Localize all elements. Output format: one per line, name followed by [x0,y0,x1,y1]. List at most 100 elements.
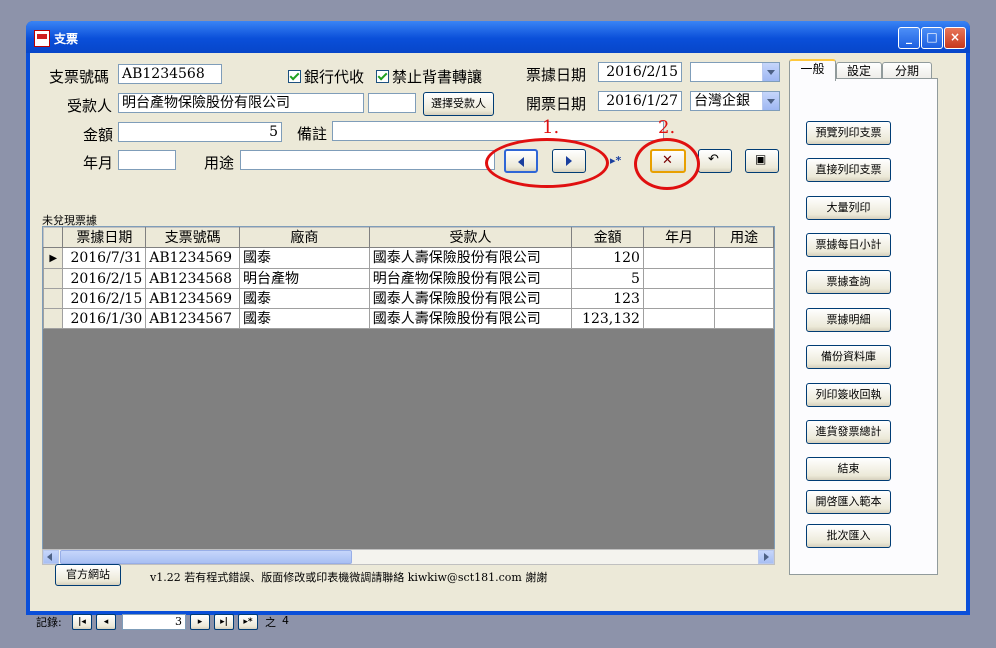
title-bar[interactable]: 支票 _ □ × [26,21,970,53]
close-button[interactable]: × [944,27,966,49]
table-cell[interactable] [714,268,774,289]
first-record-button[interactable]: |◂ [72,614,92,630]
bank-combo[interactable]: 台灣企銀 [690,91,780,111]
checkbox-checked-icon [288,70,301,83]
table-cell[interactable]: 123 [571,288,644,309]
issue-date-input[interactable]: 2016/1/27 [598,91,682,111]
bulk-print-button[interactable]: 大量列印 [806,196,891,220]
table-cell[interactable]: 國泰 [239,288,370,309]
tab-general[interactable]: 一般 [789,59,836,81]
table-row[interactable]: 2016/2/15 AB1234569 國泰 國泰人壽保險股份有限公司 123 [43,288,774,309]
minimize-button[interactable]: _ [898,27,920,49]
chevron-down-icon[interactable] [762,63,779,81]
table-row[interactable]: ▶ 2016/7/31 AB1234569 國泰 國泰人壽保險股份有限公司 12… [43,247,774,269]
table-cell[interactable]: 2016/7/31 [62,247,147,269]
purpose-input[interactable] [240,150,495,170]
open-import-template-button[interactable]: 開啓匯入範本 [806,490,891,514]
table-row[interactable]: 2016/1/30 AB1234567 國泰 國泰人壽保險股份有限公司 123,… [43,308,774,329]
payee-code-input[interactable] [368,93,416,113]
table-cell[interactable] [642,308,716,329]
table-cell[interactable]: 120 [571,247,644,269]
scroll-left-button[interactable] [43,550,59,564]
direct-print-check-button[interactable]: 直接列印支票 [806,158,891,182]
row-selector-header [43,227,64,248]
table-cell[interactable]: 2016/1/30 [62,308,147,329]
bank-proxy-checkbox[interactable]: 銀行代收 [288,66,364,87]
payee-input[interactable]: 明台產物保險股份有限公司 [118,93,364,113]
table-cell[interactable]: 國泰人壽保險股份有限公司 [368,247,573,269]
scroll-right-button[interactable] [758,550,774,564]
payee-label: 受款人 [67,97,113,115]
table-cell[interactable]: 5 [571,268,644,289]
table-cell[interactable] [714,247,774,269]
save-button[interactable]: ▣ [745,149,779,173]
column-header[interactable]: 年月 [642,227,716,248]
amount-label: 金額 [83,126,114,144]
row-selector[interactable] [43,308,64,329]
column-header[interactable]: 用途 [714,227,774,248]
row-selector[interactable] [43,268,64,289]
amount-input[interactable]: 5 [118,122,282,142]
row-selector[interactable] [43,288,64,309]
select-payee-button[interactable]: 選擇受款人 [423,92,494,116]
prev-record-nav-button[interactable]: ◂ [96,614,116,630]
column-header[interactable]: 廠商 [239,227,370,248]
invoice-total-button[interactable]: 進貨發票總計 [806,420,891,444]
exit-button[interactable]: 結束 [806,457,891,481]
column-header[interactable]: 金額 [571,227,644,248]
column-header[interactable]: 支票號碼 [145,227,241,248]
table-cell[interactable] [642,247,716,269]
table-row[interactable]: 2016/2/15 AB1234568 明台產物 明台產物保險股份有限公司 5 [43,268,774,289]
new-record-nav-button[interactable]: ▸* [238,614,258,630]
horizontal-scrollbar[interactable] [42,549,775,565]
table-cell[interactable]: 2016/2/15 [62,288,147,309]
table-cell[interactable]: 國泰 [239,247,370,269]
bill-details-button[interactable]: 票據明細 [806,308,891,332]
column-header[interactable]: 受款人 [368,227,573,248]
table-cell[interactable]: 國泰人壽保險股份有限公司 [368,308,573,329]
table-cell[interactable]: 明台產物 [239,268,370,289]
new-record-icon[interactable]: ▸* [610,154,621,167]
chevron-down-icon[interactable] [762,92,779,110]
scrollbar-thumb[interactable] [60,550,352,564]
bill-date-combo[interactable] [690,62,780,82]
table-cell[interactable]: AB1234568 [145,268,241,289]
table-cell[interactable] [714,288,774,309]
table-cell[interactable]: 123,132 [571,308,644,329]
table-cell[interactable]: 明台產物保險股份有限公司 [368,268,573,289]
table-cell[interactable]: 2016/2/15 [62,268,147,289]
annotation-label-1: 1. [542,117,560,138]
table-cell[interactable] [714,308,774,329]
bill-date-input[interactable]: 2016/2/15 [598,62,682,82]
table-cell[interactable]: AB1234569 [145,247,241,269]
column-header[interactable]: 票據日期 [62,227,147,248]
save-icon: ▣ [755,152,767,166]
official-website-button[interactable]: 官方網站 [55,564,121,586]
preview-print-check-button[interactable]: 預覽列印支票 [806,121,891,145]
table-cell[interactable]: 國泰 [239,308,370,329]
note-input[interactable] [332,121,664,141]
batch-import-button[interactable]: 批次匯入 [806,524,891,548]
no-endorse-checkbox[interactable]: 禁止背書轉讓 [376,66,482,87]
current-record-input[interactable]: 3 [122,614,186,630]
table-cell[interactable] [642,288,716,309]
annotation-ellipse-1 [485,138,609,188]
daily-subtotal-button[interactable]: 票據每日小計 [806,233,891,257]
table-cell[interactable]: AB1234567 [145,308,241,329]
table-cell[interactable] [642,268,716,289]
yearmonth-input[interactable] [118,150,176,170]
bill-query-button[interactable]: 票據查詢 [806,270,891,294]
next-record-nav-button[interactable]: ▸ [190,614,210,630]
next-record-icon: ▸ [197,617,203,627]
of-label: 之 [265,616,276,629]
last-record-button[interactable]: ▸| [214,614,234,630]
undo-button[interactable]: ↶ [698,149,732,173]
row-selector[interactable]: ▶ [43,247,64,269]
backup-database-button[interactable]: 備份資料庫 [806,345,891,369]
table-cell[interactable]: 國泰人壽保險股份有限公司 [368,288,573,309]
grid-header-row: 票據日期 支票號碼 廠商 受款人 金額 年月 用途 [43,227,774,248]
table-cell[interactable]: AB1234569 [145,288,241,309]
maximize-button[interactable]: □ [921,27,943,49]
print-receipt-button[interactable]: 列印簽收回執 [806,383,891,407]
check-no-input[interactable]: AB1234568 [118,64,222,84]
